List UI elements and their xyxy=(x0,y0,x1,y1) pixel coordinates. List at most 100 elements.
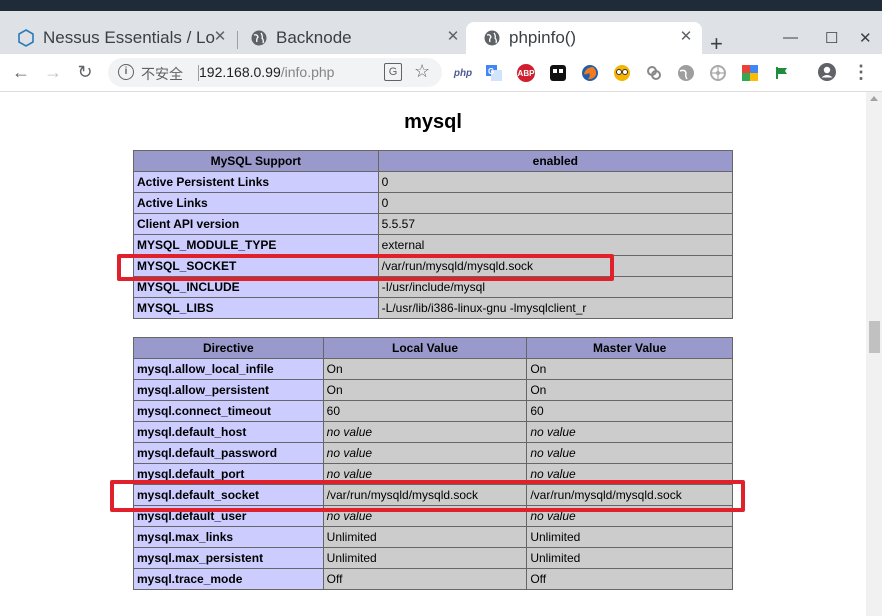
local-value: 60 xyxy=(322,400,528,422)
table-row: mysql.connect_timeout 60 60 xyxy=(133,400,733,422)
reload-button[interactable]: ↻ xyxy=(74,62,96,82)
forward-button[interactable]: → xyxy=(42,62,64,82)
local-value: On xyxy=(322,379,528,401)
table-row: mysql.allow_local_infile On On xyxy=(133,358,733,380)
link-icon[interactable] xyxy=(645,64,663,82)
row-key: MYSQL_LIBS xyxy=(133,297,379,319)
flag-icon[interactable] xyxy=(773,64,791,82)
tab-label: Backnode xyxy=(276,28,352,47)
local-value: Unlimited xyxy=(322,547,528,569)
adblock-icon[interactable]: ABP xyxy=(517,64,535,82)
directive-name: mysql.default_password xyxy=(133,442,324,464)
close-tab-icon[interactable]: ✕ xyxy=(445,29,461,45)
info-icon[interactable]: i xyxy=(118,64,134,80)
scrollbar[interactable] xyxy=(866,92,882,616)
table-row: Active Links 0 xyxy=(133,192,734,214)
column-header: enabled xyxy=(377,150,734,172)
row-value: 5.5.57 xyxy=(377,213,734,235)
table-row: MYSQL_MODULE_TYPE external xyxy=(133,234,734,256)
row-key: Active Links xyxy=(133,192,379,214)
column-header: Directive xyxy=(133,337,324,359)
row-key: Active Persistent Links xyxy=(133,171,379,193)
security-label[interactable]: 不安全 xyxy=(141,64,183,84)
menu-icon[interactable]: ⋮ xyxy=(850,62,872,82)
table-row: mysql.max_persistent Unlimited Unlimited xyxy=(133,547,733,569)
table-row: mysql.default_host no value no value xyxy=(133,421,733,443)
close-tab-icon[interactable]: ✕ xyxy=(678,29,694,45)
tab-phpinfo[interactable]: phpinfo() ✕ xyxy=(466,22,702,54)
master-value: On xyxy=(526,379,733,401)
close-tab-icon[interactable]: ✕ xyxy=(212,29,228,45)
row-key: MYSQL_MODULE_TYPE xyxy=(133,234,379,256)
close-window-button[interactable]: ✕ xyxy=(859,29,872,47)
no-value-text: no value xyxy=(530,467,576,481)
tab-backnode[interactable]: Backnode ✕ xyxy=(233,22,469,54)
table-header-row: Directive Local Value Master Value xyxy=(133,337,733,359)
column-header: Local Value xyxy=(322,337,528,359)
globe-ext-icon[interactable] xyxy=(677,64,695,82)
new-tab-button[interactable]: + xyxy=(710,33,723,55)
firefox-icon[interactable] xyxy=(581,64,599,82)
extension-icon[interactable] xyxy=(549,64,567,82)
minimize-button[interactable]: — xyxy=(783,29,798,46)
local-value: no value xyxy=(322,442,528,464)
master-value: Unlimited xyxy=(526,526,733,548)
column-header: Master Value xyxy=(526,337,733,359)
address-bar[interactable]: i 不安全 192.168.0.99/info.php G ☆ xyxy=(108,58,442,87)
url-host: 192.168.0.99 xyxy=(199,64,281,80)
no-value-text: no value xyxy=(530,446,576,460)
nessus-icon xyxy=(17,29,35,47)
table-row: Active Persistent Links 0 xyxy=(133,171,734,193)
table-header-row: MySQL Support enabled xyxy=(133,150,734,172)
no-value-text: no value xyxy=(326,446,373,460)
table-row: mysql.trace_mode Off Off xyxy=(133,568,733,590)
wheel-icon[interactable] xyxy=(709,64,727,82)
mysql-support-table: MySQL Support enabled Active Persistent … xyxy=(133,150,734,319)
tab-label: Nessus Essentials / Lo xyxy=(43,28,215,47)
translate-ext-icon[interactable]: G xyxy=(485,64,503,82)
window-top-strip xyxy=(0,0,882,11)
master-value: no value xyxy=(526,442,733,464)
url-path: /info.php xyxy=(280,64,335,80)
scroll-up-arrow-icon[interactable] xyxy=(870,96,878,101)
maximize-button[interactable]: ☐ xyxy=(825,29,838,47)
row-value: 0 xyxy=(377,192,734,214)
back-button[interactable]: ← xyxy=(10,62,32,82)
row-value: 0 xyxy=(377,171,734,193)
row-value: -L/usr/lib/i386-linux-gnu -lmysqlclient_… xyxy=(377,297,734,319)
master-value: Off xyxy=(526,568,733,590)
translate-icon[interactable]: G xyxy=(384,63,402,81)
table-row: mysql.default_password no value no value xyxy=(133,442,733,464)
directive-name: mysql.allow_persistent xyxy=(133,379,324,401)
scrollbar-thumb[interactable] xyxy=(869,321,880,353)
tab-label: phpinfo() xyxy=(509,28,577,47)
section-title: mysql xyxy=(404,111,462,133)
table-row: mysql.allow_persistent On On xyxy=(133,379,733,401)
table-row: mysql.max_links Unlimited Unlimited xyxy=(133,526,733,548)
url-text[interactable]: 192.168.0.99/info.php xyxy=(199,64,334,80)
directive-name: mysql.trace_mode xyxy=(133,568,324,590)
directive-name: mysql.connect_timeout xyxy=(133,400,324,422)
table-row: MYSQL_LIBS -L/usr/lib/i386-linux-gnu -lmy… xyxy=(133,297,734,319)
globe-icon xyxy=(250,29,268,47)
no-value-text: no value xyxy=(326,467,373,481)
highlight-box-default-socket xyxy=(110,480,745,512)
google-icon[interactable] xyxy=(741,64,759,82)
svg-text:G: G xyxy=(488,67,494,76)
local-value: Off xyxy=(322,568,528,590)
bookmark-star-icon[interactable]: ☆ xyxy=(414,61,430,82)
master-value: Unlimited xyxy=(526,547,733,569)
tab-bar: Nessus Essentials / Lo ✕ Backnode ✕ phpi… xyxy=(0,11,882,55)
master-value: 60 xyxy=(526,400,733,422)
master-value: no value xyxy=(526,421,733,443)
face-icon[interactable] xyxy=(613,64,631,82)
local-value: On xyxy=(322,358,528,380)
table-row: Client API version 5.5.57 xyxy=(133,213,734,235)
column-header: MySQL Support xyxy=(133,150,379,172)
php-icon[interactable]: php xyxy=(454,64,472,82)
tab-nessus[interactable]: Nessus Essentials / Lo ✕ xyxy=(0,22,236,54)
directive-name: mysql.max_links xyxy=(133,526,324,548)
directive-name: mysql.default_host xyxy=(133,421,324,443)
profile-icon[interactable] xyxy=(816,62,838,86)
directive-name: mysql.allow_local_infile xyxy=(133,358,324,380)
